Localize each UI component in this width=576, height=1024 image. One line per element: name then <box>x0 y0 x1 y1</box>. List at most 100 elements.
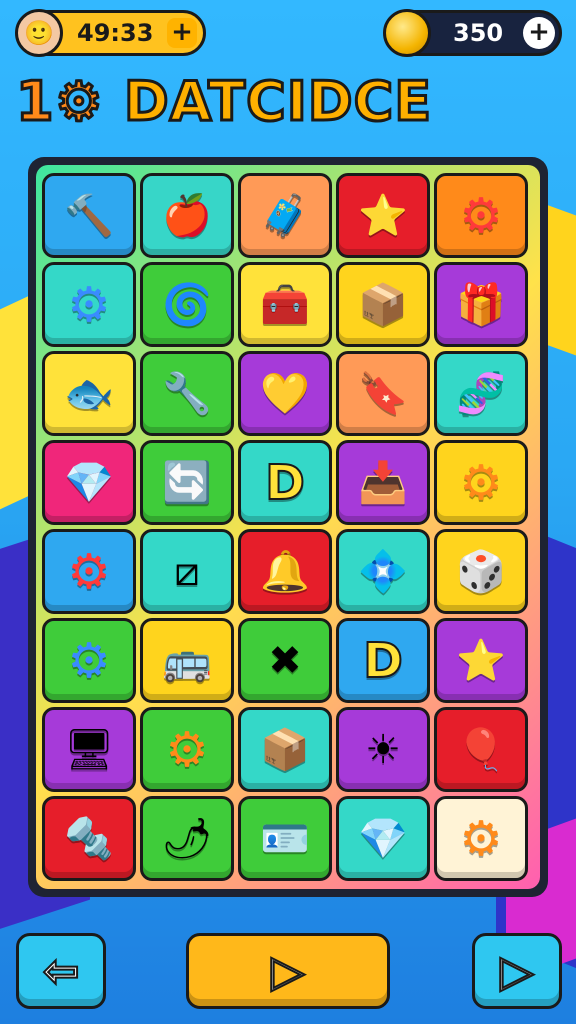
next-arrow-icon: ▷ <box>499 945 535 998</box>
gear-icon: ⚙ <box>67 276 111 333</box>
apple-icon: 🍎 <box>162 192 212 239</box>
tile[interactable]: ⚙ <box>434 796 528 881</box>
star-gem-icon: ⭐ <box>358 192 408 239</box>
tile[interactable]: ⚙ <box>434 173 528 258</box>
box-lid-icon: 📥 <box>358 459 408 506</box>
back-arrow-icon: ⇦ <box>42 945 81 998</box>
add-time-button[interactable]: + <box>167 18 197 48</box>
timer-value: 49:33 <box>77 19 154 47</box>
slash-box-icon: ⧄ <box>174 548 200 595</box>
add-coins-button[interactable]: + <box>523 17 555 49</box>
scroll-icon: 🔄 <box>162 459 212 506</box>
tile[interactable]: ☀ <box>336 707 430 792</box>
tile[interactable]: ⚙ <box>140 707 234 792</box>
monitor-icon: 🖥 <box>63 726 115 773</box>
tile[interactable]: 💛 <box>238 351 332 436</box>
title-text: DATCIDCE <box>122 69 433 135</box>
chest-icon: 📦 <box>260 726 310 773</box>
play-icon: ▷ <box>270 945 306 998</box>
gear-icon: ⚙ <box>459 187 503 244</box>
tile[interactable]: 🔨 <box>42 173 136 258</box>
tile[interactable]: 🚌 <box>140 618 234 703</box>
avatar-icon[interactable]: 🙂 <box>15 9 63 57</box>
card-icon: 🪪 <box>260 815 310 862</box>
next-button[interactable]: ▷ <box>472 933 562 1009</box>
tile[interactable]: 🪪 <box>238 796 332 881</box>
tile[interactable]: ✖ <box>238 618 332 703</box>
tile[interactable]: 🌶 <box>140 796 234 881</box>
pepper-icon: 🌶 <box>161 815 213 862</box>
tile[interactable]: ⚙ <box>42 262 136 347</box>
hammer-icon: 🔨 <box>64 192 114 239</box>
tile[interactable]: D <box>238 440 332 525</box>
gear-icon: ⚙ <box>459 454 503 511</box>
tile[interactable]: 📦 <box>336 262 430 347</box>
coin-pill: 350 + <box>383 9 562 57</box>
tile[interactable]: 🎈 <box>434 707 528 792</box>
star-icon: ⭐ <box>456 637 506 684</box>
tile[interactable]: 🧬 <box>434 351 528 436</box>
tile[interactable]: ⭐ <box>336 173 430 258</box>
tile[interactable]: 💠 <box>336 529 430 614</box>
crystal-icon: 💠 <box>358 548 408 595</box>
tile[interactable]: 📦 <box>238 707 332 792</box>
letter-d-icon: D <box>362 632 404 689</box>
tile[interactable]: 🍎 <box>140 173 234 258</box>
crossed-tools-icon: ✖ <box>268 637 302 684</box>
tile[interactable]: 🧳 <box>238 173 332 258</box>
tile[interactable]: 📥 <box>336 440 430 525</box>
tile[interactable]: 🔖 <box>336 351 430 436</box>
gear-icon: ⚙ <box>67 543 111 600</box>
tile[interactable]: D <box>336 618 430 703</box>
letter-d-icon: D <box>264 454 306 511</box>
tile[interactable]: 🔩 <box>42 796 136 881</box>
game-title: 1⚙ DATCIDCE <box>15 69 433 135</box>
sun-gear-icon: ☀ <box>365 726 401 773</box>
gear-icon: ⚙ <box>459 810 503 867</box>
gem-icon: 💎 <box>64 459 114 506</box>
tile[interactable]: 🧰 <box>238 262 332 347</box>
tile[interactable]: ⭐ <box>434 618 528 703</box>
timer-pill: 🙂 49:33 + <box>15 9 206 57</box>
title-gear-icon: ⚙ <box>53 69 104 135</box>
tile[interactable]: 🖥 <box>42 707 136 792</box>
swirl-icon: 🌀 <box>162 281 212 328</box>
coin-count: 350 <box>453 19 504 47</box>
dice-icon: 🎲 <box>456 548 506 595</box>
tile[interactable]: 🎁 <box>434 262 528 347</box>
tile[interactable]: ⧄ <box>140 529 234 614</box>
bus-icon: 🚌 <box>162 637 212 684</box>
key-icon: 🔩 <box>64 815 114 862</box>
play-button[interactable]: ▷ <box>186 933 390 1009</box>
wrench-icon: 🔧 <box>162 370 212 417</box>
coin-icon <box>383 9 431 57</box>
ruby-icon: 💎 <box>358 815 408 862</box>
tile[interactable]: 🔧 <box>140 351 234 436</box>
back-button[interactable]: ⇦ <box>16 933 106 1009</box>
tile[interactable]: ⚙ <box>434 440 528 525</box>
game-board: 🔨 🍎 🧳 ⭐ ⚙ ⚙ 🌀 🧰 📦 🎁 🐟 🔧 💛 🔖 🧬 💎 🔄 D 📥 ⚙ ⚙ ⧄ 🔔 💠 🎲 ⚙ 🚌 ✖ D ⭐ 🖥 ⚙ 📦 ☀ 🎈 🔩 🌶 🪪 💎 ⚙ <box>28 157 548 897</box>
molecule-icon: 🧬 <box>456 370 506 417</box>
tile[interactable]: 🌀 <box>140 262 234 347</box>
balloon-icon: 🎈 <box>456 726 506 773</box>
gift-icon: 🎁 <box>456 281 506 328</box>
gear-icon: ⚙ <box>165 721 209 778</box>
tile[interactable]: ⚙ <box>42 618 136 703</box>
tile[interactable]: 🎲 <box>434 529 528 614</box>
suitcase-icon: 🧳 <box>260 192 310 239</box>
box-icon: 📦 <box>358 281 408 328</box>
tile[interactable]: ⚙ <box>42 529 136 614</box>
fish-icon: 🐟 <box>64 370 114 417</box>
toolbox-icon: 🧰 <box>260 281 310 328</box>
tile[interactable]: 🔄 <box>140 440 234 525</box>
gear-icon: ⚙ <box>67 632 111 689</box>
bell-icon: 🔔 <box>260 548 310 595</box>
tile[interactable]: 🐟 <box>42 351 136 436</box>
title-number: 1 <box>15 69 56 135</box>
tile[interactable]: 💎 <box>42 440 136 525</box>
tile[interactable]: 🔔 <box>238 529 332 614</box>
tag-icon: 🔖 <box>358 370 408 417</box>
tile-grid: 🔨 🍎 🧳 ⭐ ⚙ ⚙ 🌀 🧰 📦 🎁 🐟 🔧 💛 🔖 🧬 💎 🔄 D 📥 ⚙ ⚙ ⧄ 🔔 💠 🎲 ⚙ 🚌 ✖ D ⭐ 🖥 ⚙ 📦 ☀ 🎈 🔩 🌶 🪪 💎 ⚙ <box>36 165 540 889</box>
heart-icon: 💛 <box>260 370 310 417</box>
tile[interactable]: 💎 <box>336 796 430 881</box>
